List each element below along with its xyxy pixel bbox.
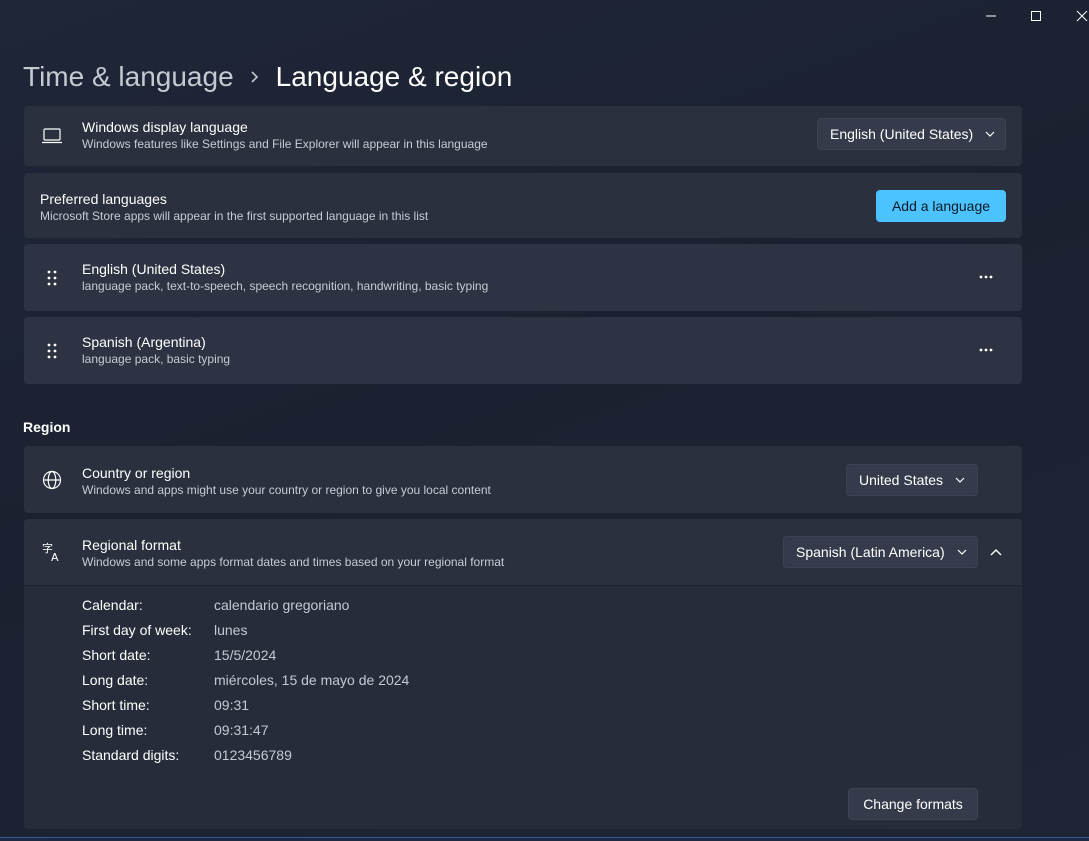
display-language-subtitle: Windows features like Settings and File … bbox=[82, 137, 488, 151]
close-button[interactable] bbox=[1059, 0, 1089, 32]
calendar-label: Calendar: bbox=[82, 597, 143, 613]
short-date-label: Short date: bbox=[82, 647, 151, 663]
chevron-down-icon bbox=[957, 549, 967, 555]
more-icon bbox=[979, 348, 993, 352]
maximize-button[interactable] bbox=[1013, 0, 1059, 32]
taskbar-edge bbox=[0, 837, 1089, 841]
minimize-icon bbox=[986, 15, 996, 17]
short-time-value: 09:31 bbox=[214, 697, 250, 713]
display-language-title: Windows display language bbox=[82, 119, 248, 135]
close-icon bbox=[1076, 10, 1088, 22]
language-item[interactable]: Spanish (Argentina) language pack, basic… bbox=[24, 317, 1022, 384]
drag-handle-icon[interactable] bbox=[40, 266, 64, 290]
regional-format-value: Spanish (Latin America) bbox=[796, 544, 945, 560]
display-language-card: Windows display language Windows feature… bbox=[24, 106, 1022, 166]
drag-handle-icon[interactable] bbox=[40, 339, 64, 363]
collapse-button[interactable] bbox=[980, 536, 1012, 568]
long-time-label: Long time: bbox=[82, 722, 148, 738]
country-region-dropdown[interactable]: United States bbox=[846, 464, 978, 496]
language-format-icon: 字 A bbox=[40, 540, 64, 564]
breadcrumb: Time & language Language & region bbox=[23, 57, 512, 97]
language-item-features: language pack, text-to-speech, speech re… bbox=[82, 279, 489, 293]
preferred-languages-card: Preferred languages Microsoft Store apps… bbox=[24, 173, 1022, 238]
page-title: Language & region bbox=[275, 61, 513, 92]
calendar-value: calendario gregoriano bbox=[214, 597, 350, 613]
maximize-icon bbox=[1031, 11, 1041, 21]
country-region-card: Country or region Windows and apps might… bbox=[24, 446, 1022, 513]
regional-format-dropdown[interactable]: Spanish (Latin America) bbox=[783, 536, 978, 568]
regional-format-card[interactable]: 字 A Regional format Windows and some app… bbox=[24, 519, 1022, 585]
language-item[interactable]: English (United States) language pack, t… bbox=[24, 244, 1022, 311]
chevron-down-icon bbox=[985, 131, 995, 137]
first-day-value: lunes bbox=[214, 622, 248, 638]
laptop-icon bbox=[40, 124, 64, 148]
regional-format-title: Regional format bbox=[82, 537, 181, 553]
regional-format-subtitle: Windows and some apps format dates and t… bbox=[82, 555, 505, 569]
short-time-label: Short time: bbox=[82, 697, 150, 713]
long-time-value: 09:31:47 bbox=[214, 722, 269, 738]
more-options-button[interactable] bbox=[970, 261, 1002, 293]
region-section-header: Region bbox=[23, 419, 71, 435]
language-item-features: language pack, basic typing bbox=[82, 352, 231, 366]
chevron-down-icon bbox=[955, 477, 965, 483]
display-language-value: English (United States) bbox=[830, 126, 974, 142]
language-item-name: English (United States) bbox=[82, 261, 226, 277]
display-language-dropdown[interactable]: English (United States) bbox=[817, 118, 1006, 150]
chevron-right-icon bbox=[250, 70, 260, 84]
long-date-label: Long date: bbox=[82, 672, 149, 688]
more-options-button[interactable] bbox=[970, 334, 1002, 366]
language-item-name: Spanish (Argentina) bbox=[82, 334, 206, 350]
minimize-button[interactable] bbox=[968, 0, 1014, 32]
more-icon bbox=[979, 275, 993, 279]
short-date-value: 15/5/2024 bbox=[214, 647, 277, 663]
standard-digits-label: Standard digits: bbox=[82, 747, 180, 763]
long-date-value: miércoles, 15 de mayo de 2024 bbox=[214, 672, 410, 688]
country-region-title: Country or region bbox=[82, 465, 191, 481]
add-language-button[interactable]: Add a language bbox=[876, 190, 1006, 222]
first-day-label: First day of week: bbox=[82, 622, 192, 638]
change-formats-button[interactable]: Change formats bbox=[848, 788, 978, 820]
preferred-languages-subtitle: Microsoft Store apps will appear in the … bbox=[40, 209, 429, 223]
country-region-value: United States bbox=[859, 472, 944, 488]
preferred-languages-title: Preferred languages bbox=[40, 191, 167, 207]
standard-digits-value: 0123456789 bbox=[214, 747, 292, 763]
chevron-up-icon bbox=[990, 549, 1002, 556]
country-region-subtitle: Windows and apps might use your country … bbox=[82, 483, 491, 497]
svg-text:A: A bbox=[51, 551, 59, 563]
globe-icon bbox=[40, 468, 64, 492]
settings-window: Time & language Language & region Window… bbox=[0, 0, 1089, 841]
breadcrumb-parent-link[interactable]: Time & language bbox=[23, 61, 234, 93]
